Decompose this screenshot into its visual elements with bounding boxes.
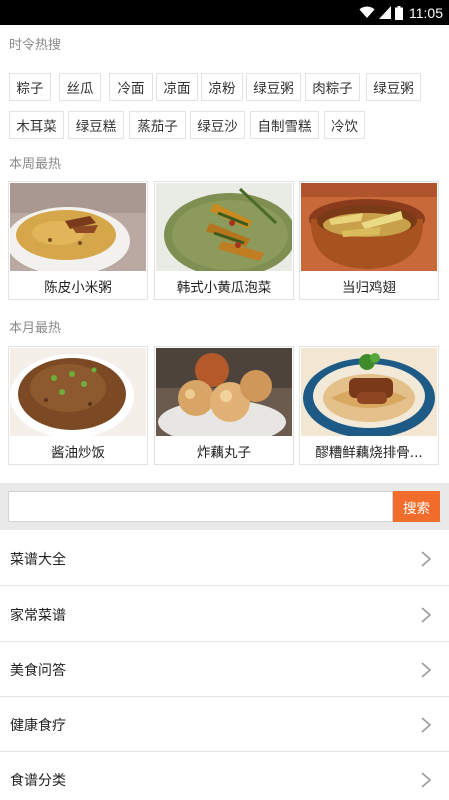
recipe-card[interactable]: 当归鸡翅 [299,181,439,300]
recipe-image [156,348,292,436]
tag-item[interactable]: 肉粽子 [305,73,360,101]
menu-item-food-qa[interactable]: 美食问答 [0,642,449,697]
signal-icon [379,6,391,19]
tag-item[interactable]: 冷面 [109,73,153,101]
menu-item-label: 美食问答 [10,662,66,679]
menu-item-recipes[interactable]: 菜谱大全 [0,531,449,586]
tag-item[interactable]: 丝瓜 [59,73,101,101]
tag-item[interactable]: 绿豆糕 [68,111,124,139]
chevron-right-icon [421,717,432,733]
search-button[interactable]: 搜索 [393,491,440,522]
tag-item[interactable]: 绿豆粥 [246,73,301,101]
recipe-image [10,348,146,436]
recipe-card[interactable]: 酱油炒饭 [8,346,148,465]
seasonal-section-title: 时令热搜 [9,38,62,53]
chevron-right-icon [421,662,432,678]
tag-item[interactable]: 凉面 [156,73,198,101]
recipe-name: 酱油炒饭 [51,444,105,461]
recipe-image [301,348,437,436]
recipe-name: 炸藕丸子 [197,444,251,461]
recipe-image [301,183,437,271]
battery-icon [395,5,403,20]
recipe-name: 韩式小黄瓜泡菜 [176,279,272,296]
wifi-icon [359,6,375,19]
recipe-card[interactable]: 醪糟鲜藕烧排骨... [299,346,439,465]
menu-item-home-recipes[interactable]: 家常菜谱 [0,587,449,642]
menu-item-label: 菜谱大全 [10,551,66,568]
tag-item[interactable]: 绿豆粥 [366,73,421,101]
menu-item-label: 健康食疗 [10,717,66,734]
chevron-right-icon [421,607,432,623]
menu-item-label: 家常菜谱 [10,607,66,624]
search-bar: 搜索 [0,483,449,530]
chevron-right-icon [421,772,432,788]
recipe-name: 当归鸡翅 [342,279,396,296]
recipe-name: 醪糟鲜藕烧排骨... [315,444,423,461]
menu-item-label: 食谱分类 [10,772,66,789]
tag-item[interactable]: 粽子 [9,73,51,101]
status-time: 11:05 [409,4,443,21]
tag-item[interactable]: 冷饮 [324,111,365,139]
tag-item[interactable]: 自制雪糕 [250,111,319,139]
search-input[interactable] [8,491,393,522]
tag-item[interactable]: 蒸茄子 [129,111,186,139]
status-bar: 11:05 [0,0,449,25]
chevron-right-icon [421,551,432,567]
recipe-card[interactable]: 炸藕丸子 [154,346,294,465]
recipe-name: 陈皮小米粥 [44,279,112,296]
menu-item-categories[interactable]: 食谱分类 [0,752,449,800]
recipe-image [156,183,292,271]
weekly-section-title: 本周最热 [9,157,62,172]
tag-item[interactable]: 木耳菜 [9,111,64,139]
recipe-image [10,183,146,271]
tag-item[interactable]: 凉粉 [201,73,243,101]
monthly-section-title: 本月最热 [9,321,62,336]
status-icons: 11:05 [359,3,443,22]
menu-item-health-diet[interactable]: 健康食疗 [0,697,449,752]
recipe-card[interactable]: 韩式小黄瓜泡菜 [154,181,294,300]
tag-item[interactable]: 绿豆沙 [190,111,245,139]
recipe-card[interactable]: 陈皮小米粥 [8,181,148,300]
